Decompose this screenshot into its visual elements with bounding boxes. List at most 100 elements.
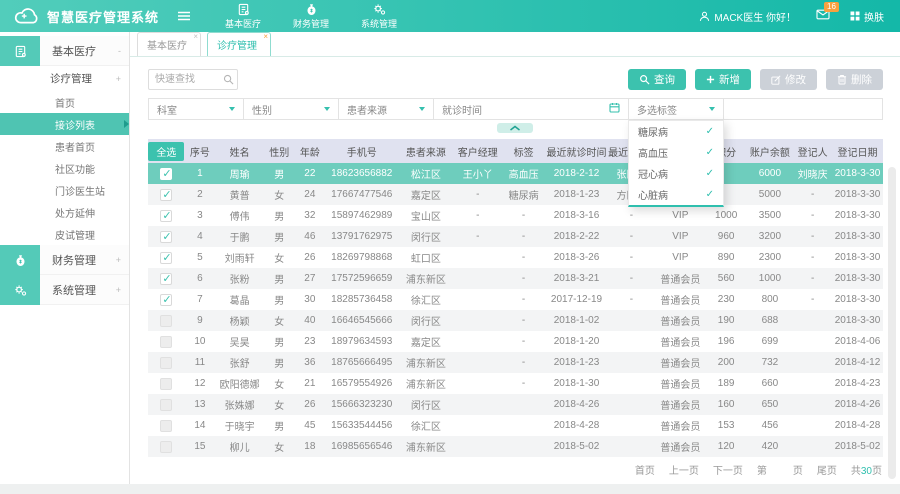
scrollbar[interactable]	[888, 167, 896, 479]
sidebar-item-社区功能[interactable]: 社区功能	[0, 157, 129, 179]
row-checkbox[interactable]	[160, 441, 172, 453]
table-row[interactable]: 14于晓宇男4515633544456徐汇区2018-4-28普通会员15345…	[148, 415, 883, 436]
close-icon[interactable]: ×	[193, 32, 198, 41]
notification-badge: 16	[824, 2, 839, 12]
toolbar-button-修改[interactable]: 修改	[760, 69, 817, 90]
cell-序号: 15	[185, 436, 216, 457]
row-checkbox[interactable]	[160, 357, 172, 369]
row-checkbox[interactable]	[160, 399, 172, 411]
cell-登记人: 刘晓庆	[793, 163, 832, 184]
tag-option-高血压[interactable]: 高血压✓	[629, 142, 723, 163]
plus-icon	[706, 75, 715, 84]
menu-toggle-icon[interactable]	[177, 11, 191, 21]
row-checkbox[interactable]: ✓	[160, 189, 172, 201]
row-checkbox[interactable]: ✓	[160, 294, 172, 306]
sidebar-item-处方延伸[interactable]: 处方延伸	[0, 201, 129, 223]
column-header-患者来源: 患者来源	[398, 139, 453, 163]
table-row[interactable]: ✓2黄普女2417667477546嘉定区-糖尿病2018-1-23方医师500…	[148, 184, 883, 205]
row-checkbox[interactable]: ✓	[160, 210, 172, 222]
table-row[interactable]: ✓6张粉男2717572596659浦东新区-2018-3-21-普通会员560…	[148, 268, 883, 289]
pagination-prev[interactable]: 上一页	[669, 462, 699, 477]
sidebar-section-基本医疗[interactable]: 基本医疗-	[0, 36, 129, 66]
sidebar-item-门诊医生站[interactable]: 门诊医生站	[0, 179, 129, 201]
cell-账户余额: 420	[747, 436, 794, 457]
tag-option-冠心病[interactable]: 冠心病✓	[629, 163, 723, 184]
sidebar-group-诊疗管理[interactable]: 诊疗管理+	[0, 66, 129, 91]
user-info[interactable]: MACK医生 你好！	[699, 9, 796, 24]
table-row[interactable]: 11张舒男3618765666495浦东新区-2018-1-23普通会员2007…	[148, 352, 883, 373]
cell-最近就诊时间: 2018-3-26	[545, 247, 608, 268]
table-row[interactable]: 12欧阳德娜女2116579554926浦东新区-2018-1-30普通会员18…	[148, 373, 883, 394]
row-checkbox[interactable]: ✓	[160, 273, 172, 285]
cell-最近就诊医生	[608, 394, 655, 415]
table-row[interactable]: ✓3傅伟男3215897462989宝山区--2018-3-16-VIP1000…	[148, 205, 883, 226]
column-header-登记人: 登记人	[793, 139, 832, 163]
cell-最近就诊时间: 2018-1-23	[545, 352, 608, 373]
sidebar-section-系统管理[interactable]: 系统管理+	[0, 275, 129, 305]
pagination-last[interactable]: 尾页	[817, 462, 837, 477]
cell-会员等级: VIP	[655, 205, 706, 226]
toolbar-button-新增[interactable]: 新增	[695, 69, 751, 90]
sidebar-section-财务管理[interactable]: 财务管理+	[0, 245, 129, 275]
cell-最近就诊时间: 2018-1-30	[545, 373, 608, 394]
sidebar-item-接诊列表[interactable]: 接诊列表	[0, 113, 129, 135]
checkbox-cell: ✓	[148, 289, 185, 310]
row-checkbox[interactable]	[160, 315, 172, 327]
tag-option-label: 冠心病	[638, 166, 668, 181]
pagination-next[interactable]: 下一页	[713, 462, 743, 477]
topnav-item-财务管理[interactable]: 财务管理	[293, 3, 329, 30]
cell-标签: -	[502, 373, 545, 394]
sidebar-item-患者首页[interactable]: 患者首页	[0, 135, 129, 157]
close-icon[interactable]: ×	[263, 32, 268, 41]
filter-select-患者来源[interactable]: 患者来源	[338, 98, 434, 120]
page-number-input[interactable]	[771, 463, 789, 476]
table-row[interactable]: ✓1周瑜男2218623656882松江区王小丫高血压2018-2-12张医师6…	[148, 163, 883, 184]
tab-基本医疗[interactable]: 基本医疗×	[137, 32, 201, 56]
filter-select-多选标签[interactable]: 多选标签糖尿病✓高血压✓冠心病✓心脏病✓	[628, 98, 724, 120]
row-checkbox[interactable]: ✓	[160, 168, 172, 180]
filter-date-就诊时间[interactable]: 就诊时间	[433, 98, 629, 120]
table-row[interactable]: 15柳儿女1816985656546浦东新区2018-5-02普通会员12042…	[148, 436, 883, 457]
tag-option-心脏病[interactable]: 心脏病✓	[629, 184, 723, 205]
cell-年龄: 26	[295, 247, 326, 268]
filter-select-性别[interactable]: 性别	[243, 98, 339, 120]
cell-登记日期: 2018-3-30	[832, 289, 883, 310]
app-title: 智慧医疗管理系统	[47, 7, 159, 26]
table-row[interactable]: ✓5刘雨轩女2618269798868虹口区-2018-3-26-VIP8902…	[148, 247, 883, 268]
select-all-button[interactable]: 全选	[148, 142, 184, 161]
toolbar-button-查询[interactable]: 查询	[628, 69, 686, 90]
jump-suffix: 页	[793, 462, 803, 477]
skin-button[interactable]: 换肤	[850, 9, 884, 24]
filter-select-科室[interactable]: 科室	[148, 98, 244, 120]
messages-button[interactable]: 16	[816, 9, 830, 23]
cell-客户经理: 王小丫	[453, 163, 502, 184]
table-row[interactable]: 13张姝娜女2615666323230闵行区2018-4-26普通会员16065…	[148, 394, 883, 415]
collapse-button[interactable]	[497, 123, 533, 133]
table-row[interactable]: 9杨颖女4016646545666闵行区-2018-1-02普通会员190688…	[148, 310, 883, 331]
row-checkbox[interactable]	[160, 420, 172, 432]
cell-登记人: -	[793, 184, 832, 205]
table-row[interactable]: ✓7葛晶男3018285736458徐汇区-2017-12-19-普通会员230…	[148, 289, 883, 310]
cell-年龄: 18	[295, 436, 326, 457]
table-row[interactable]: ✓4于鹏男4613791762975闵行区--2018-2-22-VIP9603…	[148, 226, 883, 247]
search-icon	[223, 74, 234, 85]
toolbar-button-删除[interactable]: 删除	[826, 69, 883, 90]
total-prefix: 共	[851, 466, 861, 477]
topnav-item-系统管理[interactable]: 系统管理	[361, 3, 397, 30]
sidebar-item-皮试管理[interactable]: 皮试管理	[0, 223, 129, 245]
cell-登记日期: 2018-5-02	[832, 436, 883, 457]
sidebar-item-首页[interactable]: 首页	[0, 91, 129, 113]
pagination-first[interactable]: 首页	[635, 462, 655, 477]
row-checkbox[interactable]: ✓	[160, 252, 172, 264]
row-checkbox[interactable]: ✓	[160, 231, 172, 243]
topnav-item-基本医疗[interactable]: 基本医疗	[225, 3, 261, 30]
tag-option-糖尿病[interactable]: 糖尿病✓	[629, 121, 723, 142]
cell-患者来源: 徐汇区	[398, 415, 453, 436]
cell-序号: 12	[185, 373, 216, 394]
table-row[interactable]: 10吴昊男2318979634593嘉定区-2018-1-20普通会员19669…	[148, 331, 883, 352]
cell-年龄: 27	[295, 268, 326, 289]
row-checkbox[interactable]	[160, 378, 172, 390]
row-checkbox[interactable]	[160, 336, 172, 348]
tab-诊疗管理[interactable]: 诊疗管理×	[207, 32, 271, 56]
cell-积分: 1000	[706, 205, 747, 226]
